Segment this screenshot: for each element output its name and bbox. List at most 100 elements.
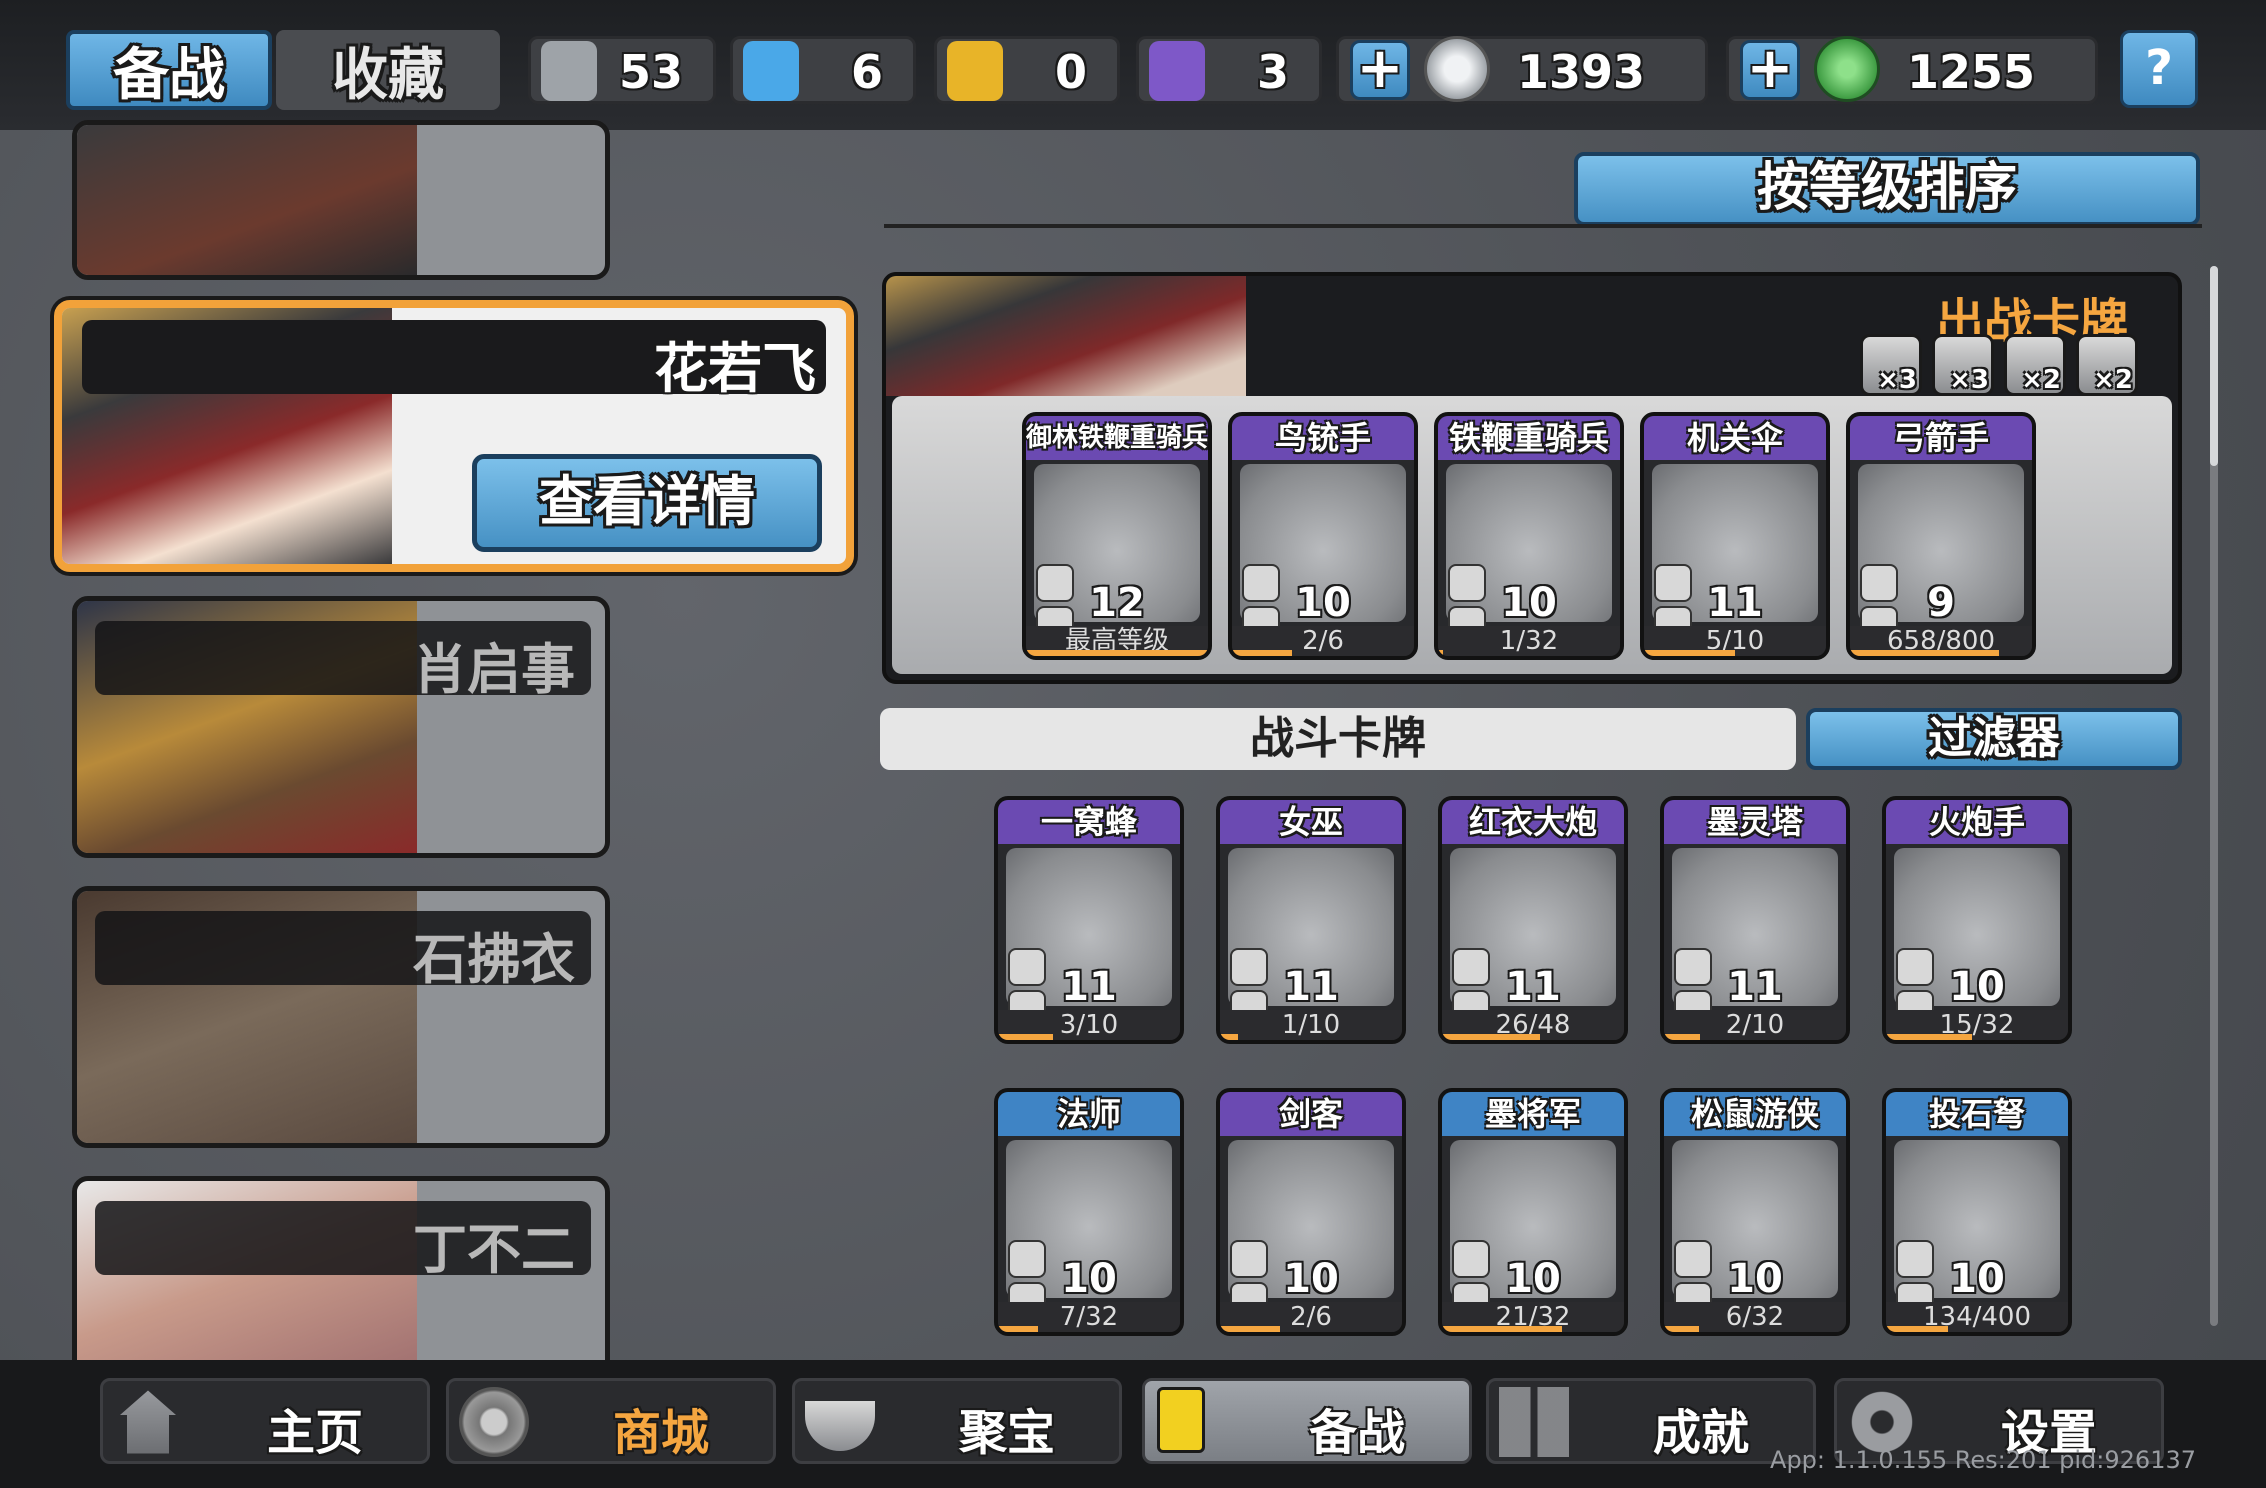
unit-name: 一窝蜂	[998, 800, 1180, 844]
cards-icon	[1157, 1387, 1205, 1453]
top-bar: 备战 收藏 53 6 0 3 1393 + 1255 + ?	[0, 0, 2266, 130]
arrows-icon: ×3	[1932, 334, 1994, 396]
unit-name: 御林铁鞭重骑兵	[1026, 416, 1208, 460]
unit-name: 法师	[998, 1092, 1180, 1136]
unit-progress-bar	[1886, 1326, 1948, 1332]
unit-progress-bar	[1442, 1034, 1541, 1040]
unit-level: 11	[1707, 580, 1763, 626]
unit-name: 鸟铳手	[1232, 416, 1414, 460]
unit-card[interactable]: 机关伞 11 5/10	[1640, 412, 1830, 660]
unit-level: 10	[1501, 580, 1557, 626]
nav-home[interactable]: 主页	[100, 1378, 430, 1464]
unit-progress-bar	[1220, 1034, 1239, 1040]
unit-name: 机关伞	[1644, 416, 1826, 460]
nav-achievements[interactable]: 成就	[1486, 1378, 1816, 1464]
unit-progress-bar	[998, 1034, 1053, 1040]
nav-shop[interactable]: 商城	[446, 1378, 776, 1464]
nav-prepare[interactable]: 备战	[1142, 1378, 1472, 1464]
unit-card[interactable]: 红衣大炮 11 26/48	[1438, 796, 1628, 1044]
gold-shield-icon	[947, 41, 1003, 101]
unit-card[interactable]: 墨将军 10 21/32	[1438, 1088, 1628, 1336]
unit-card[interactable]: 一窝蜂 11 3/10	[994, 796, 1184, 1044]
resource-blue-crystal: 6	[730, 36, 916, 104]
hero-name: 花若飞	[654, 337, 816, 400]
unit-progress-bar	[1664, 1326, 1699, 1332]
unit-progress: 1/32	[1438, 626, 1620, 656]
sort-by-level-button[interactable]: 按等级排序	[1574, 152, 2200, 226]
scrollbar-thumb[interactable]	[2210, 266, 2218, 466]
unit-card[interactable]: 女巫 11 1/10	[1216, 796, 1406, 1044]
filter-button[interactable]: 过滤器	[1806, 708, 2182, 770]
hero-card[interactable]: 肖启事	[72, 596, 610, 858]
battle-cards-label: 战斗卡牌	[880, 708, 1796, 770]
hero-card[interactable]: 石拂衣	[72, 886, 610, 1148]
unit-progress-bar	[1232, 650, 1293, 656]
unit-level: 10	[1061, 1256, 1117, 1302]
hero-card[interactable]: 丁不二	[72, 1176, 610, 1376]
unit-level: 11	[1283, 964, 1339, 1010]
achievements-icon	[1499, 1387, 1569, 1457]
hero-name: 肖启事	[413, 638, 575, 701]
hero-name: 丁不二	[413, 1218, 575, 1281]
unit-level: 10	[1505, 1256, 1561, 1302]
add-silver-coin-button[interactable]: +	[1350, 40, 1410, 100]
unit-name: 火炮手	[1886, 800, 2068, 844]
add-jade-coin-button[interactable]: +	[1740, 40, 1800, 100]
tab-prepare[interactable]: 备战	[66, 30, 272, 110]
hero-name: 石拂衣	[413, 928, 575, 991]
hero-card-selected[interactable]: 花若飞 查看详情	[54, 300, 854, 572]
unit-card[interactable]: 松鼠游侠 10 6/32	[1660, 1088, 1850, 1336]
unit-progress-bar	[1850, 650, 2000, 656]
unit-level: 11	[1061, 964, 1117, 1010]
unit-progress-bar	[1026, 650, 1208, 656]
hero-portrait	[77, 125, 417, 275]
unit-card[interactable]: 投石弩 10 134/400	[1882, 1088, 2072, 1336]
help-icon[interactable]: ?	[2120, 30, 2198, 108]
unit-level: 11	[1505, 964, 1561, 1010]
hero-card-top[interactable]	[72, 120, 610, 280]
unit-card[interactable]: 弓箭手 9 658/800	[1846, 412, 2036, 660]
resource-purple-badge: 3	[1136, 36, 1322, 104]
unit-name: 松鼠游侠	[1664, 1092, 1846, 1136]
unit-name: 铁鞭重骑兵	[1438, 416, 1620, 460]
silver-coin-icon	[1424, 36, 1490, 102]
pagoda-icon	[120, 1390, 176, 1454]
unit-progress-bar	[1220, 1326, 1281, 1332]
unit-progress-bar	[1644, 650, 1735, 656]
unit-progress-bar	[1886, 1034, 1972, 1040]
unit-name: 墨灵塔	[1664, 800, 1846, 844]
unit-card[interactable]: 御林铁鞭重骑兵 12 最高等级	[1022, 412, 1212, 660]
unit-card[interactable]: 剑客 10 2/6	[1216, 1088, 1406, 1336]
unit-name: 女巫	[1220, 800, 1402, 844]
unit-level: 10	[1949, 1256, 2005, 1302]
unit-name: 投石弩	[1886, 1092, 2068, 1136]
unit-card[interactable]: 火炮手 10 15/32	[1882, 796, 2072, 1044]
resource-gold-shield: 0	[934, 36, 1120, 104]
silver-shield-icon	[541, 41, 597, 101]
unit-progress-bar	[1442, 1326, 1563, 1332]
helmet-icon: ×2	[2076, 334, 2138, 396]
unit-card[interactable]: 法师 10 7/32	[994, 1088, 1184, 1336]
unit-name: 剑客	[1220, 1092, 1402, 1136]
treasure-bowl-icon	[805, 1401, 875, 1451]
unit-level: 10	[1727, 1256, 1783, 1302]
hero-banner	[886, 276, 1246, 396]
unit-progress-bar	[1664, 1034, 1701, 1040]
blue-crystal-icon	[743, 41, 799, 101]
unit-level: 10	[1283, 1256, 1339, 1302]
horse-icon: ×2	[2004, 334, 2066, 396]
view-details-button[interactable]: 查看详情	[472, 454, 822, 552]
unit-progress-bar	[998, 1326, 1039, 1332]
unit-level: 10	[1949, 964, 2005, 1010]
unit-name: 红衣大炮	[1442, 800, 1624, 844]
version-text: App: 1.1.0.155 Res:201 pid:926137	[1770, 1446, 2196, 1474]
unit-level: 12	[1089, 580, 1145, 626]
nav-treasure[interactable]: 聚宝	[792, 1378, 1122, 1464]
unit-card[interactable]: 墨灵塔 11 2/10	[1660, 796, 1850, 1044]
unit-progress-bar	[1438, 650, 1444, 656]
unit-card[interactable]: 铁鞭重骑兵 10 1/32	[1434, 412, 1624, 660]
tab-collection[interactable]: 收藏	[276, 30, 500, 110]
divider	[884, 224, 2202, 228]
unit-progress: 1/10	[1220, 1010, 1402, 1040]
unit-card[interactable]: 鸟铳手 10 2/6	[1228, 412, 1418, 660]
